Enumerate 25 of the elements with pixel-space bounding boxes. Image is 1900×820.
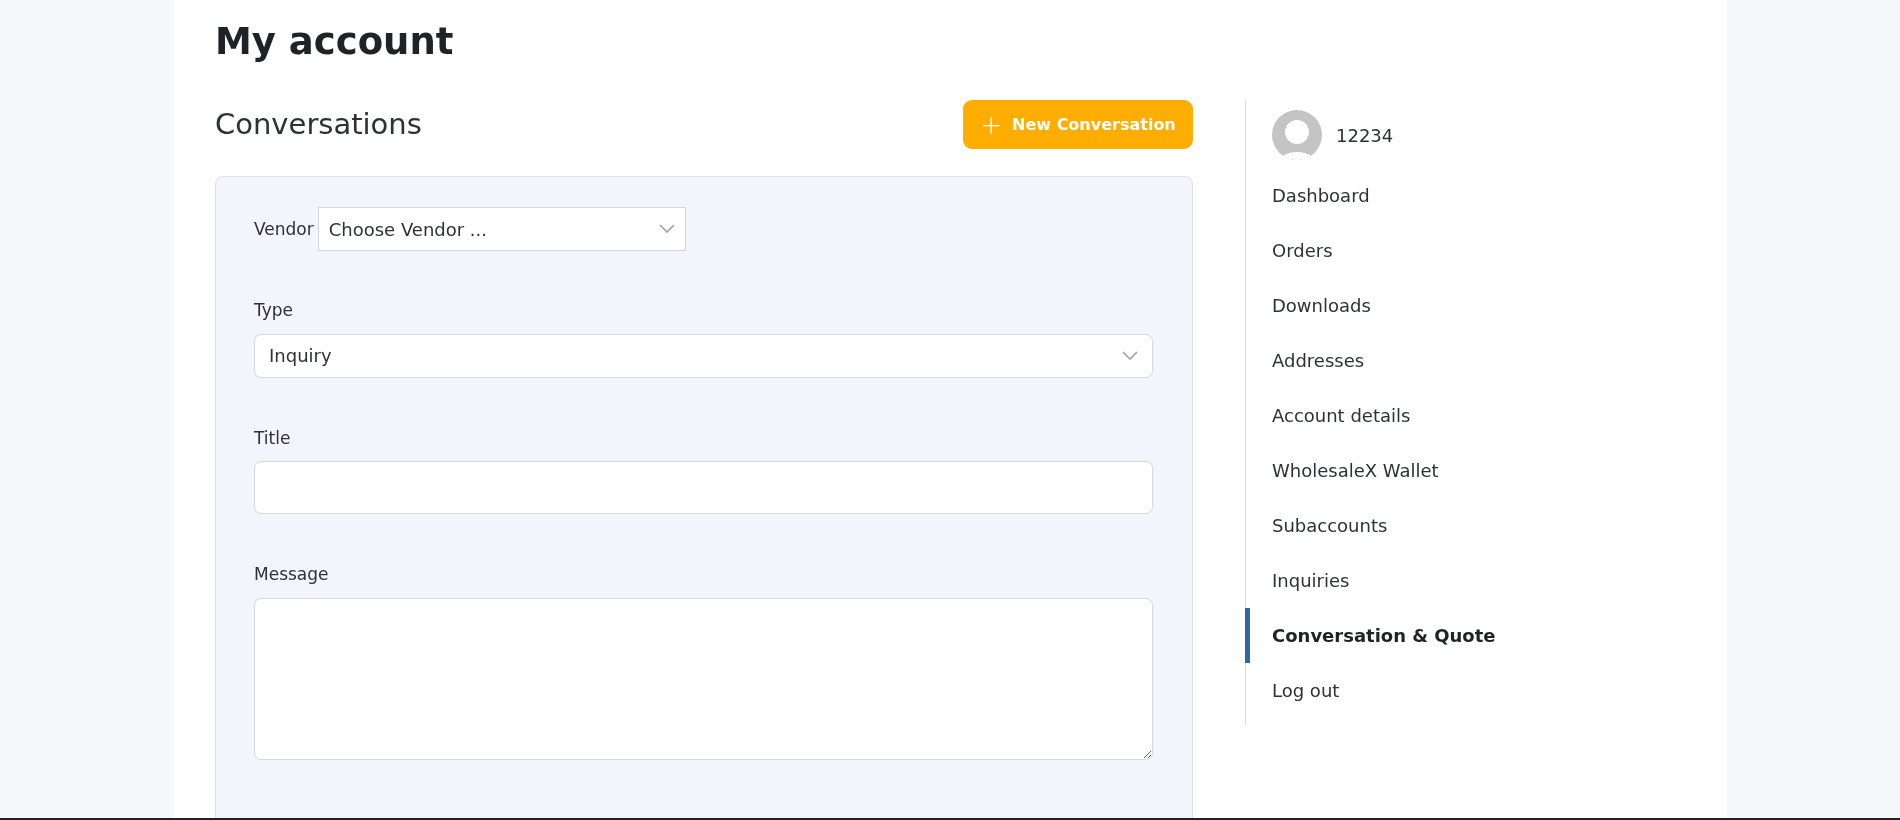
title-input[interactable] xyxy=(254,461,1153,515)
sidebar-item[interactable]: Conversation & Quote xyxy=(1245,608,1585,664)
sidebar-item[interactable]: Account details xyxy=(1245,388,1585,444)
sidebar-item[interactable]: Subaccounts xyxy=(1245,498,1585,554)
message-textarea[interactable] xyxy=(254,597,1153,760)
sidebar-item[interactable]: Log out xyxy=(1245,663,1585,719)
avatar-icon xyxy=(1272,110,1322,161)
type-dropdown[interactable]: Inquiry xyxy=(254,333,1153,378)
sidebar-item[interactable]: Orders xyxy=(1245,223,1585,279)
user-name: 12234 xyxy=(1336,123,1394,148)
sidebar-item[interactable]: Downloads xyxy=(1245,278,1585,334)
chevron-down-icon xyxy=(658,224,675,235)
field-label: Message xyxy=(254,563,330,587)
section-heading: Conversations xyxy=(215,107,422,143)
plus-icon: + xyxy=(980,111,1003,138)
chevron-down-icon xyxy=(1122,350,1138,361)
vendor-dropdown[interactable]: Choose Vendor ... xyxy=(317,207,686,252)
field-label: Vendor xyxy=(254,217,314,241)
field-label: Type xyxy=(254,299,295,323)
sidebar-item[interactable]: Addresses xyxy=(1245,333,1585,389)
sidebar-item[interactable]: WholesaleX Wallet xyxy=(1245,443,1585,499)
sidebar-item[interactable]: Inquiries xyxy=(1245,553,1585,609)
field-label: Title xyxy=(254,426,292,450)
sidebar-item[interactable]: Dashboard xyxy=(1245,168,1585,224)
page-title: My account xyxy=(215,20,455,65)
